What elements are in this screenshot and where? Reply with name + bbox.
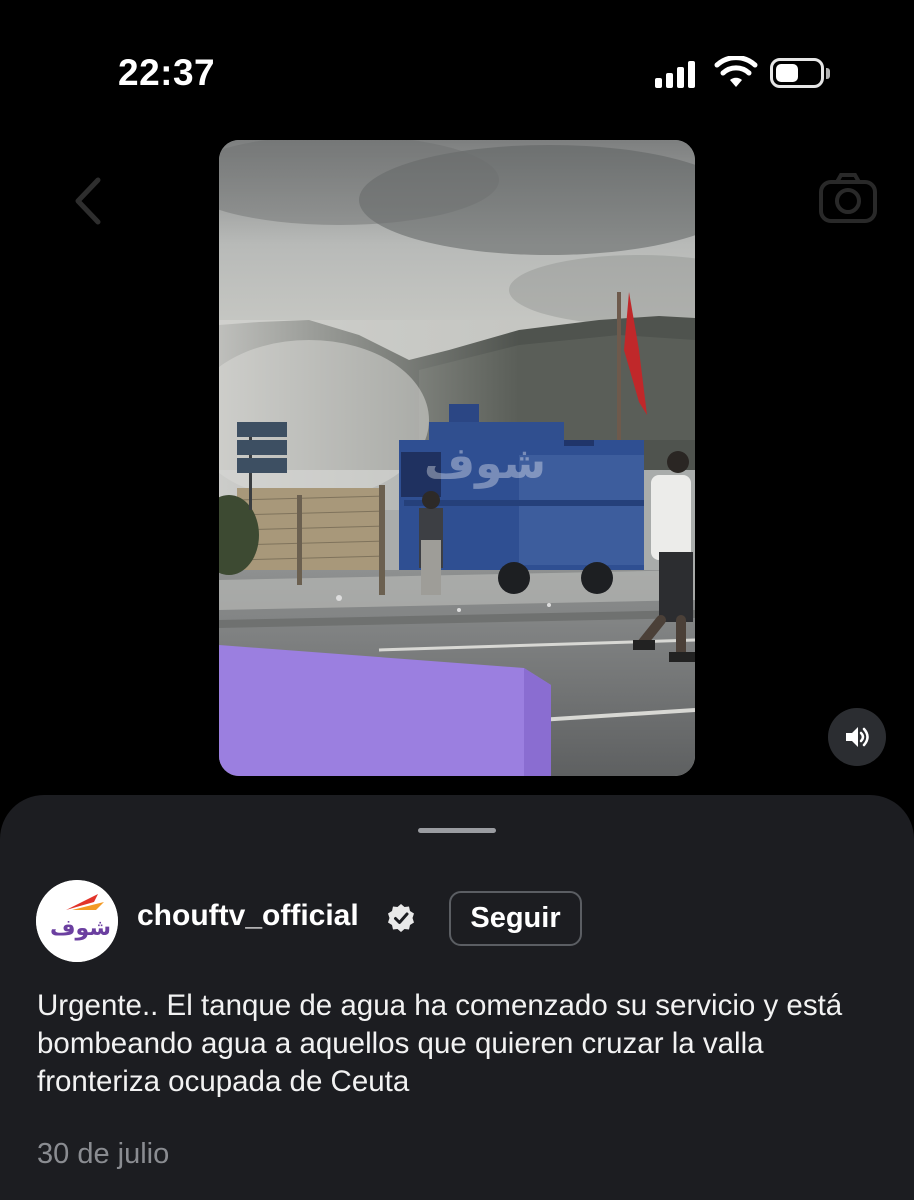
wifi-icon xyxy=(714,56,758,87)
chouftv-logo-icon: شوف TV xyxy=(36,880,118,962)
avatar-logo-text: شوف TV xyxy=(50,916,118,941)
status-bar: 22:37 xyxy=(0,0,914,120)
post-caption: Urgente.. El tanque de agua ha comenzado… xyxy=(37,989,843,1098)
verified-badge-icon xyxy=(388,904,414,932)
video-frame: شوف xyxy=(219,140,695,776)
battery-icon xyxy=(770,58,830,90)
post-date: 30 de julio xyxy=(37,1138,170,1170)
speaker-icon xyxy=(846,727,869,747)
username-link[interactable]: chouftv_official xyxy=(137,899,359,933)
mute-toggle-button[interactable] xyxy=(828,708,886,766)
sheet-drag-handle[interactable] xyxy=(418,828,496,833)
follow-button[interactable]: Seguir xyxy=(449,891,582,946)
video-watermark: شوف xyxy=(424,438,546,489)
story-screen: 22:37 شوف شوف chouftv_official Seguir Ur… xyxy=(0,0,914,1200)
post-details-sheet: شوف TV chouftv_official Seguir Urgente..… xyxy=(0,795,914,1200)
status-time: 22:37 xyxy=(118,52,216,93)
cellular-signal-icon xyxy=(655,60,697,88)
story-video[interactable]: شوف xyxy=(219,140,695,776)
avatar[interactable]: شوف TV xyxy=(36,880,118,962)
camera-icon[interactable] xyxy=(818,172,878,224)
back-chevron-icon[interactable] xyxy=(68,176,108,226)
